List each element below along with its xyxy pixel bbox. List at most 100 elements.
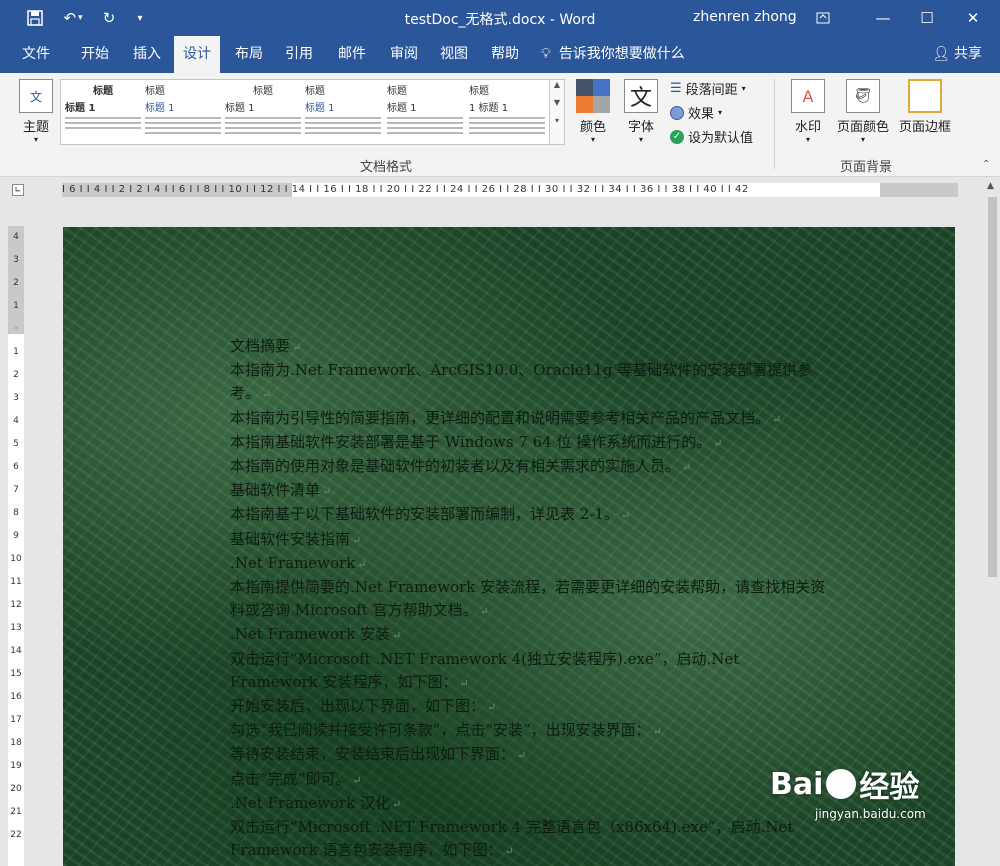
tab-review[interactable]: 审阅 — [381, 36, 427, 73]
document-paragraph[interactable]: 本指南为引导性的简要指南，更详细的配置和说明需要参考相关产品的产品文档。 ↵ — [230, 407, 826, 431]
set-as-default-button[interactable]: ✓ 设为默认值 — [670, 127, 753, 146]
vertical-scrollbar[interactable]: ▲ — [985, 177, 1000, 866]
vertical-ruler-number: 2 — [13, 278, 19, 288]
save-icon[interactable] — [24, 7, 46, 29]
set-as-default-label: 设为默认值 — [688, 131, 754, 146]
document-paragraph[interactable]: 本指南为.Net Framework、ArcGIS10.0、Oracle11g … — [230, 359, 826, 406]
document-paragraph[interactable]: .Net Framework ↵ — [230, 552, 826, 576]
fonts-button[interactable]: 文 字体 ▾ — [622, 79, 660, 144]
page-borders-button[interactable]: 页面边框 — [896, 79, 954, 135]
tab-layout[interactable]: 布局 — [226, 36, 272, 73]
colors-label: 颜色 — [579, 120, 606, 135]
document-paragraph[interactable]: 点击“完成”即可。 ↵ — [230, 768, 826, 792]
document-paragraph[interactable]: 本指南基础软件安装部署是基于 Windows 7 64 位 操作系统而进行的。 ↵ — [230, 431, 826, 455]
paragraph-mark-icon: ↵ — [352, 773, 362, 787]
paragraph-mark-icon: ↵ — [392, 797, 402, 811]
vertical-ruler-number: 13 — [10, 623, 22, 633]
fonts-label: 字体 — [627, 120, 654, 135]
document-paragraph[interactable]: .Net Framework 安装 ↵ — [230, 623, 826, 647]
paragraph-mark-icon: ↵ — [487, 701, 497, 715]
style-set-item[interactable]: 标题 标题 1 — [387, 82, 463, 142]
tell-me-text: 告诉我你想要做什么 — [558, 46, 685, 62]
tab-insert[interactable]: 插入 — [124, 36, 170, 73]
tab-references[interactable]: 引用 — [276, 36, 322, 73]
page-color-label: 页面颜色 — [836, 120, 889, 135]
redo-icon[interactable]: ↻ — [98, 7, 120, 29]
style-set-item[interactable]: 标题 标题 1 — [305, 82, 381, 142]
tab-view[interactable]: 视图 — [431, 36, 477, 73]
style-set-item[interactable]: 标题 标题 1 — [145, 82, 221, 142]
document-paragraph[interactable]: 本指南的使用对象是基础软件的初装者以及有相关需求的实施人员。 ↵ — [230, 455, 826, 479]
document-paragraph[interactable]: 本指南提供简要的.Net Framework 安装流程，若需要更详细的安装帮助，… — [230, 576, 826, 623]
vertical-ruler-number: 17 — [10, 715, 22, 725]
vertical-ruler-number: 9 — [13, 531, 19, 541]
vertical-ruler-number: · — [14, 324, 18, 334]
themes-button[interactable]: 文 主题 ▾ — [14, 79, 58, 144]
tab-home[interactable]: 开始 — [72, 36, 118, 73]
style-set-item[interactable]: 标题 标题 1 — [65, 82, 141, 142]
maximize-button[interactable]: ☐ — [904, 0, 950, 36]
ruler-numbers: I 6 I I 4 I I 2 I 2 I 4 I I 6 I I 8 I I … — [62, 184, 749, 195]
document-paragraph[interactable]: 双击运行“Microsoft .NET Framework 4(独立安装程序).… — [230, 648, 826, 695]
page-color-icon: 🪣︎ — [846, 79, 880, 113]
check-circle-icon: ✓ — [670, 129, 684, 144]
paragraph-spacing-button[interactable]: ☰ 段落间距 ▾ — [670, 79, 746, 98]
share-button[interactable]: 👤︎ 共享 — [932, 36, 982, 73]
tab-mailings[interactable]: 邮件 — [329, 36, 375, 73]
horizontal-ruler[interactable]: I 6 I I 4 I I 2 I 2 I 4 I I 6 I I 8 I I … — [62, 183, 958, 197]
vertical-ruler-number: 12 — [10, 600, 22, 610]
document-paragraph[interactable]: 双击运行“Microsoft .NET Framework 4 完整语言包（x8… — [230, 816, 826, 863]
colors-icon — [576, 79, 610, 113]
vertical-ruler-number: 1 — [13, 347, 19, 357]
user-name[interactable]: zhenren zhong — [693, 9, 797, 25]
vertical-ruler-number: 7 — [13, 485, 19, 495]
themes-label: 主题 — [22, 120, 49, 135]
ribbon-display-options-icon[interactable] — [800, 0, 846, 36]
paragraph-spacing-label: 段落间距 — [685, 83, 738, 98]
close-button[interactable]: ✕ — [950, 0, 996, 36]
paragraph-mark-icon: ↵ — [357, 557, 367, 571]
vertical-ruler-number: 11 — [10, 577, 22, 587]
style-set-item[interactable]: 标题 1 标题 1 — [469, 82, 545, 142]
style-set-item[interactable]: 标题 标题 1 — [225, 82, 301, 142]
vertical-ruler-number: 3 — [13, 393, 19, 403]
paragraph-mark-icon: ↵ — [479, 605, 489, 619]
paragraph-mark-icon: ↵ — [652, 725, 662, 739]
watermark-button[interactable]: A 水印 ▾ — [788, 79, 828, 144]
document-paragraph[interactable]: 基础软件清单 ↵ — [230, 479, 826, 503]
tell-me-box[interactable]: 💡︎ 告诉我你想要做什么 — [541, 36, 685, 73]
vertical-ruler[interactable]: 4 3 2 1 · 1 2 3 4 5 6 7 8 9 10 11 12 13 14 15 16 17 18 19 20 21 22 — [8, 226, 24, 866]
vertical-ruler-number: 18 — [10, 738, 22, 748]
tab-file[interactable]: 文件 — [13, 36, 59, 73]
group-separator — [774, 79, 775, 169]
scroll-up-icon[interactable]: ▲ — [987, 181, 994, 191]
document-body[interactable]: 文档摘要 ↵ 本指南为.Net Framework、ArcGIS10.0、Oracl… — [230, 335, 826, 863]
effects-button[interactable]: 效果 ▾ — [670, 103, 722, 122]
tab-design[interactable]: 设计 — [174, 36, 220, 73]
tab-selector[interactable]: ∟ — [12, 184, 24, 196]
paragraph-mark-icon: ↵ — [504, 845, 514, 859]
vertical-ruler-number: 5 — [13, 439, 19, 449]
document-paragraph[interactable]: 本指南基于以下基础软件的安装部署而编制，详见表 2-1。 ↵ — [230, 503, 826, 527]
gallery-scroll[interactable]: ▲ ▼ ▾ — [549, 79, 565, 145]
lightbulb-icon: 💡︎ — [541, 46, 551, 62]
paw-icon — [826, 769, 857, 799]
page-color-button[interactable]: 🪣︎ 页面颜色 ▾ — [834, 79, 892, 144]
paragraph-mark-icon: ↵ — [682, 461, 692, 475]
style-set-gallery[interactable]: 标题 标题 1 标题 标题 1 标题 标题 1 标题 标题 1 标题 标题 1 … — [60, 79, 550, 145]
document-paragraph[interactable]: 开始安装后，出现以下界面，如下图： ↵ — [230, 695, 826, 719]
document-paragraph[interactable]: 勾选“我已阅读并接受许可条款”，点击“安装”，出现安装界面： ↵ — [230, 719, 826, 743]
undo-icon[interactable]: ↶ ▾ — [58, 7, 88, 29]
document-paragraph[interactable]: 基础软件安装指南 ↵ — [230, 528, 826, 552]
tab-help[interactable]: 帮助 — [482, 36, 528, 73]
vertical-ruler-number: 22 — [10, 830, 22, 840]
scroll-thumb[interactable] — [988, 197, 997, 577]
vertical-ruler-number: 8 — [13, 508, 19, 518]
customize-qat-icon[interactable]: ▾ — [132, 7, 148, 29]
colors-button[interactable]: 颜色 ▾ — [574, 79, 612, 144]
minimize-button[interactable]: — — [860, 0, 906, 36]
document-paragraph[interactable]: .Net Framework 汉化 ↵ — [230, 792, 826, 816]
document-paragraph[interactable]: 文档摘要 ↵ — [230, 335, 826, 359]
collapse-ribbon-icon[interactable]: ⌃ — [982, 159, 990, 170]
document-paragraph[interactable]: 等待安装结束，安装结束后出现如下界面： ↵ — [230, 743, 826, 767]
